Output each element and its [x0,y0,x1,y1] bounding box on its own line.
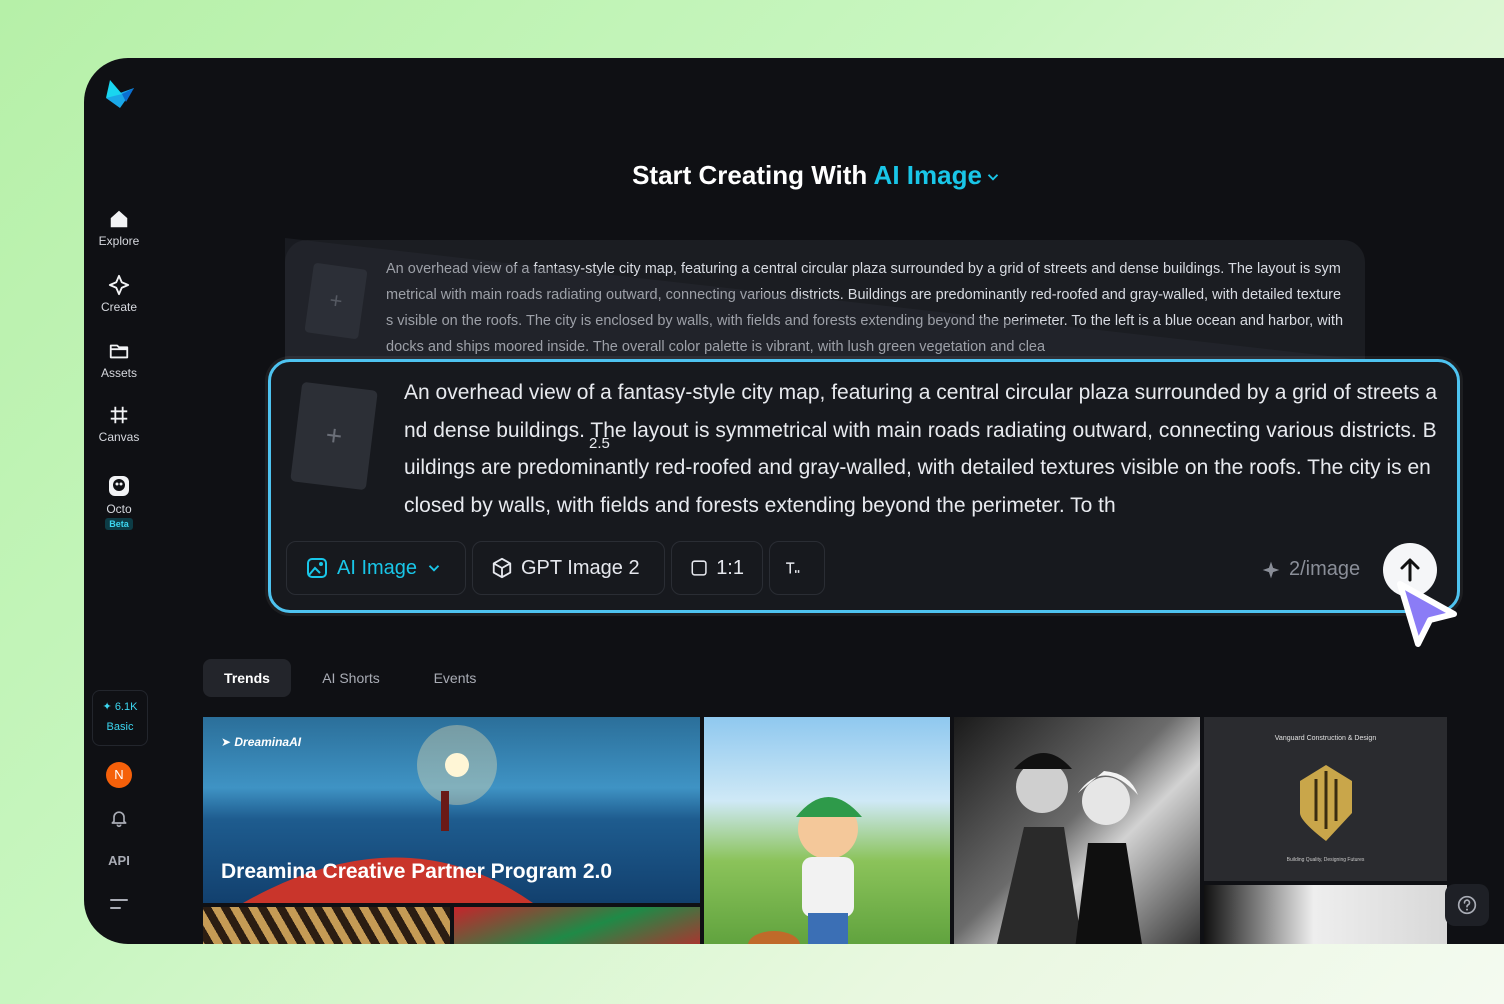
upload-reference-thumb: + [304,262,368,340]
sidebar-item-explore[interactable]: Explore [84,208,154,248]
gallery-item[interactable] [1204,885,1447,944]
bell-icon[interactable] [109,808,129,828]
octo-icon [109,476,129,496]
child-illustration [748,797,862,944]
sidebar-item-create[interactable]: Create [84,274,154,314]
prompt-input[interactable]: An overhead view of a fantasy-style city… [404,374,1438,524]
gallery-item[interactable]: Vanguard Construction & Design Building … [1204,717,1447,881]
sidebar-item-label: Canvas [98,430,140,444]
spark-icon [1262,561,1280,578]
help-button[interactable] [1445,884,1489,926]
text-quote-icon [786,562,800,574]
couple-illustration [997,753,1142,944]
prompt-composer: + An overhead view of a fantasy-style ci… [268,359,1460,613]
plan-label: Basic [106,721,134,733]
sidebar-item-label: Create [100,300,138,314]
mode-select-label: AI Image [337,556,418,579]
menu-icon[interactable] [110,896,128,912]
zoom-scale-label: 2.5 [589,435,610,452]
zoom-source-prompt: An overhead view of a fantasy-style city… [386,261,1344,355]
sidebar-item-label: Explore [98,234,140,248]
home-icon [110,210,128,228]
upload-reference-button[interactable]: + [290,381,378,491]
folder-icon [109,344,129,359]
canvas-icon [110,406,128,424]
page-title: Start Creating With AI Image [84,160,1504,191]
square-icon [691,560,707,576]
title-prefix: Start Creating With [632,160,874,190]
text-style-button[interactable] [769,541,825,595]
cost-indicator: 2/image [1261,558,1360,581]
sidebar-item-canvas[interactable]: Canvas [84,404,154,444]
api-link[interactable]: API [84,853,154,868]
credits-widget[interactable]: ✦ 6.1K Basic [92,690,148,746]
aspect-ratio-label: 1:1 [716,556,744,579]
inspiration-gallery: ➤ DreaminaAI Dreamina Creative Partner P… [203,717,1447,944]
image-icon [307,558,327,578]
featured-brand-text: DreaminaAI [234,735,302,749]
mouse-cursor-icon [1397,581,1457,647]
tab-trends[interactable]: Trends [203,659,291,697]
mode-select[interactable]: AI Image [286,541,466,595]
avatar[interactable]: N [106,762,132,788]
featured-banner[interactable]: ➤ DreaminaAI Dreamina Creative Partner P… [203,717,700,903]
gallery-item[interactable] [203,907,450,944]
beta-badge: Beta [105,518,133,530]
sidebar-item-assets[interactable]: Assets [84,340,154,380]
cube-icon [492,557,512,579]
gallery-item[interactable] [454,907,700,944]
mode-switcher[interactable]: AI Image [874,160,1002,190]
featured-title: Dreamina Creative Partner Program 2.0 [221,860,613,883]
model-select-label: GPT Image 2 [521,556,640,579]
logo-card-tagline: Building Quality, Designing Futures [1286,857,1365,863]
question-icon [1457,895,1477,915]
app-window: Explore Create Assets Canvas Octo Beta ✦… [84,58,1504,944]
mode-switcher-label: AI Image [873,160,982,190]
star-icon: ✦ [102,701,112,713]
sidebar-item-label: Assets [100,366,137,380]
featured-brand: ➤ DreaminaAI [221,735,302,749]
gallery-item[interactable] [954,717,1200,944]
credits-value: 6.1K [114,701,138,713]
model-select[interactable]: GPT Image 2 [472,541,665,595]
gallery-item[interactable] [704,717,950,944]
app-logo[interactable] [104,78,136,110]
sparkle-icon [108,274,130,296]
sidebar-item-label: Octo [106,502,132,516]
sidebar-item-octo[interactable]: Octo Beta [84,474,154,530]
chevron-down-icon [428,565,440,572]
aspect-ratio-select[interactable]: 1:1 [671,541,763,595]
cost-label: 2/image [1289,558,1361,580]
chevron-down-icon [987,174,999,181]
tab-events[interactable]: Events [415,659,495,697]
tab-ai-shorts[interactable]: AI Shorts [307,659,395,697]
